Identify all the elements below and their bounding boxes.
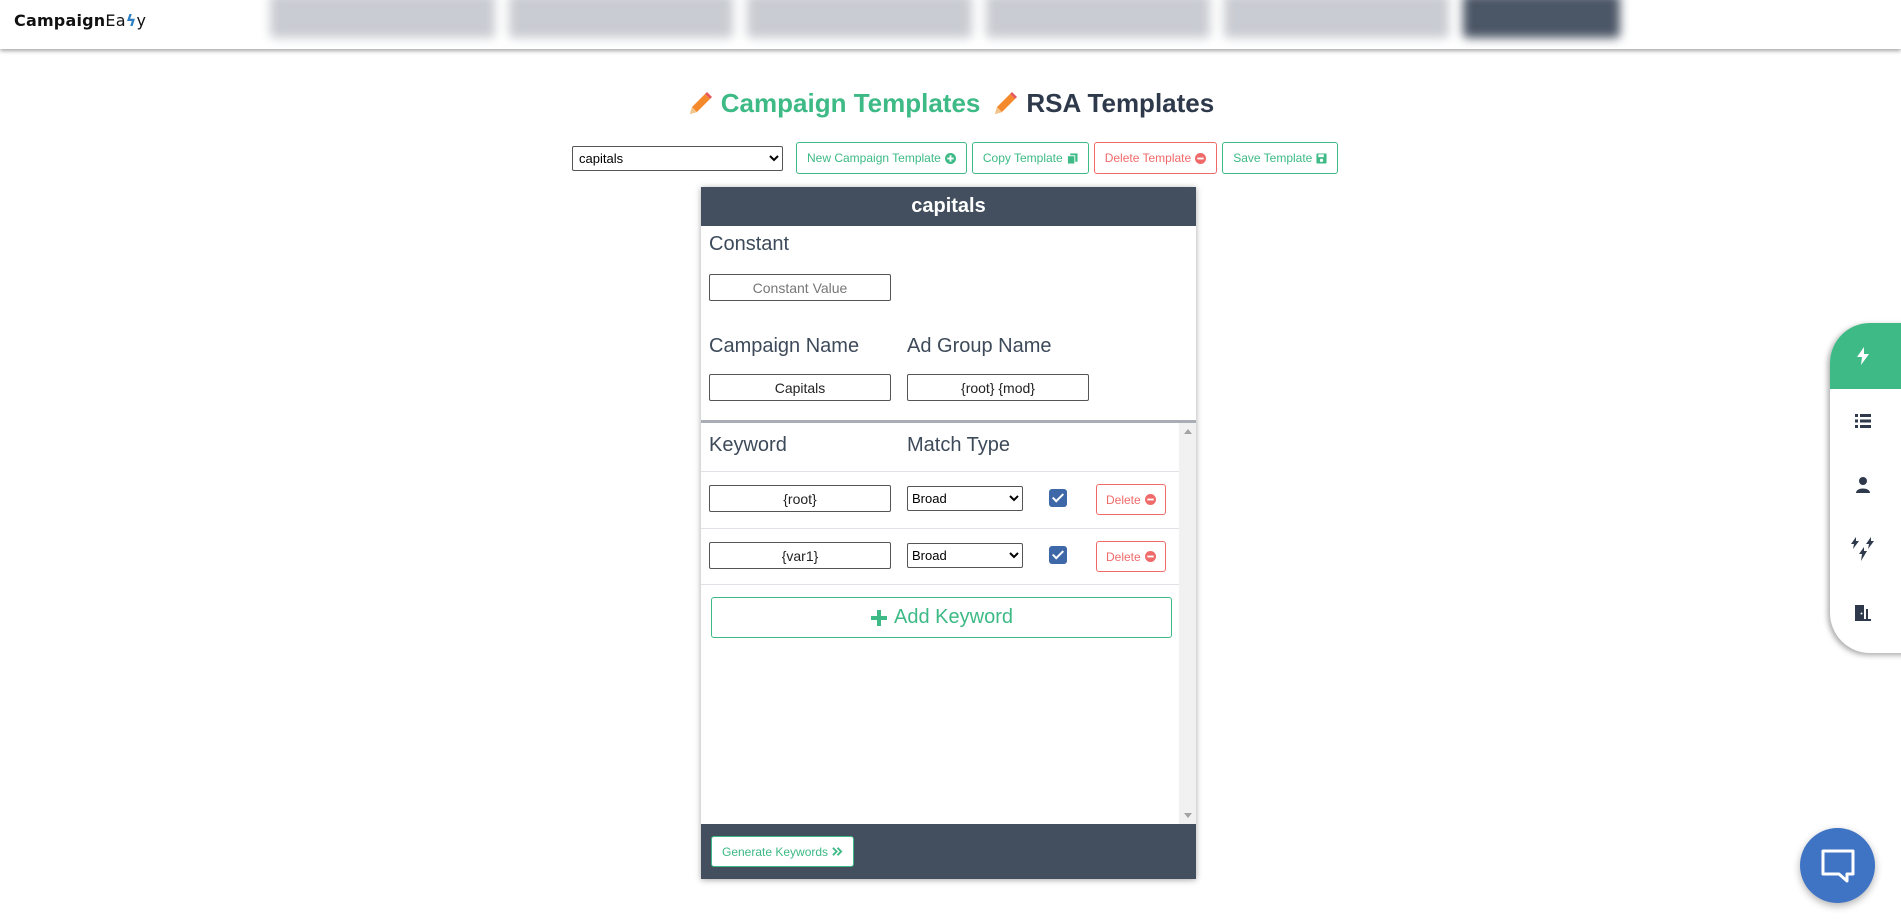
campaign-name-label: Campaign Name	[709, 335, 860, 357]
plus-icon	[871, 609, 888, 626]
side-nav-multi-bolt[interactable]	[1830, 517, 1901, 581]
copy-template-label: Copy Template	[982, 151, 1063, 165]
tab-rsa-templates-label: RSA Templates	[1026, 88, 1215, 118]
side-nav-bolt[interactable]	[1830, 323, 1901, 389]
add-keyword-button[interactable]: Add Keyword	[711, 597, 1172, 638]
side-nav-list[interactable]	[1830, 389, 1901, 453]
copy-template-button[interactable]: Copy Template	[971, 142, 1089, 174]
minus-circle-icon	[1195, 152, 1207, 164]
keyword-enabled-checkbox[interactable]	[1049, 546, 1067, 564]
generate-keywords-button[interactable]: Generate Keywords	[711, 836, 855, 867]
template-tabs: Campaign Templates RSA Templates	[0, 88, 1901, 119]
multi-bolt-icon	[1851, 537, 1874, 561]
keyword-input[interactable]	[709, 485, 891, 512]
delete-keyword-button[interactable]: Delete	[1096, 541, 1166, 572]
chat-launcher-button[interactable]	[1800, 828, 1875, 903]
logout-icon	[1855, 605, 1871, 621]
floppy-disk-icon	[1316, 152, 1327, 164]
card-footer: Generate Keywords	[701, 824, 1196, 879]
side-nav	[1830, 323, 1901, 653]
chat-bubble-icon	[1821, 849, 1854, 882]
card-title: capitals	[701, 187, 1196, 226]
top-header: CampaignEaϟy	[0, 0, 1901, 49]
pencil-icon	[995, 91, 1018, 114]
list-icon	[1855, 414, 1871, 428]
template-toolbar: capitals New Campaign Template Copy Temp…	[572, 142, 1339, 174]
keyword-row: Broad Delete	[701, 471, 1179, 528]
logo-bolt-icon: ϟ	[125, 11, 137, 30]
delete-keyword-label: Delete	[1106, 549, 1141, 564]
delete-keyword-button[interactable]: Delete	[1096, 484, 1166, 515]
logo-text-main: Campaign	[14, 11, 106, 30]
blurred-nav-strip	[270, 0, 1620, 38]
delete-template-button[interactable]: Delete Template	[1093, 142, 1218, 174]
match-type-select[interactable]: Broad	[907, 543, 1023, 568]
keyword-list-scrollbar[interactable]	[1179, 423, 1196, 824]
template-select[interactable]: capitals	[572, 145, 783, 171]
save-template-label: Save Template	[1233, 151, 1313, 165]
double-chevron-right-icon	[832, 847, 843, 856]
add-keyword-label: Add Keyword	[894, 606, 1013, 628]
scroll-up-arrow[interactable]	[1184, 429, 1192, 434]
minus-circle-icon	[1144, 551, 1156, 562]
save-template-button[interactable]: Save Template	[1222, 142, 1339, 174]
new-campaign-template-label: New Campaign Template	[807, 151, 941, 165]
side-nav-user[interactable]	[1830, 453, 1901, 517]
side-nav-logout[interactable]	[1830, 581, 1901, 645]
constant-value-input[interactable]	[709, 274, 891, 301]
ad-group-name-label: Ad Group Name	[907, 335, 1052, 357]
match-type-header: Match Type	[907, 434, 1011, 456]
tab-campaign-templates[interactable]: Campaign Templates	[687, 88, 981, 119]
tab-campaign-templates-label: Campaign Templates	[720, 88, 981, 118]
keyword-input[interactable]	[709, 542, 891, 569]
generate-keywords-label: Generate Keywords	[722, 844, 829, 859]
keyword-row: Broad Delete	[701, 528, 1179, 585]
plus-circle-icon	[944, 152, 956, 164]
delete-keyword-label: Delete	[1106, 492, 1141, 507]
template-card: capitals Constant Campaign Name Ad Group…	[701, 187, 1196, 879]
scroll-down-arrow[interactable]	[1184, 813, 1192, 818]
minus-circle-icon	[1144, 494, 1156, 505]
constant-label: Constant	[709, 233, 790, 255]
campaign-name-input[interactable]	[709, 374, 891, 401]
pencil-icon	[689, 91, 712, 114]
app-logo[interactable]: CampaignEaϟy	[14, 11, 146, 30]
keyword-header: Keyword	[709, 434, 787, 456]
keyword-enabled-checkbox[interactable]	[1049, 489, 1067, 507]
delete-template-label: Delete Template	[1104, 151, 1192, 165]
match-type-select[interactable]: Broad	[907, 486, 1023, 511]
ad-group-name-input[interactable]	[907, 374, 1089, 401]
logo-text-easy-b: y	[136, 11, 147, 30]
bolt-icon	[1857, 347, 1869, 365]
tab-rsa-templates[interactable]: RSA Templates	[992, 88, 1214, 119]
new-campaign-template-button[interactable]: New Campaign Template	[796, 142, 967, 174]
logo-text-easy-a: Ea	[105, 11, 126, 30]
copy-icon	[1066, 152, 1078, 164]
keyword-list-scroll[interactable]: Keyword Match Type Broad Delete Broad De…	[701, 423, 1196, 824]
user-icon	[1856, 477, 1870, 493]
